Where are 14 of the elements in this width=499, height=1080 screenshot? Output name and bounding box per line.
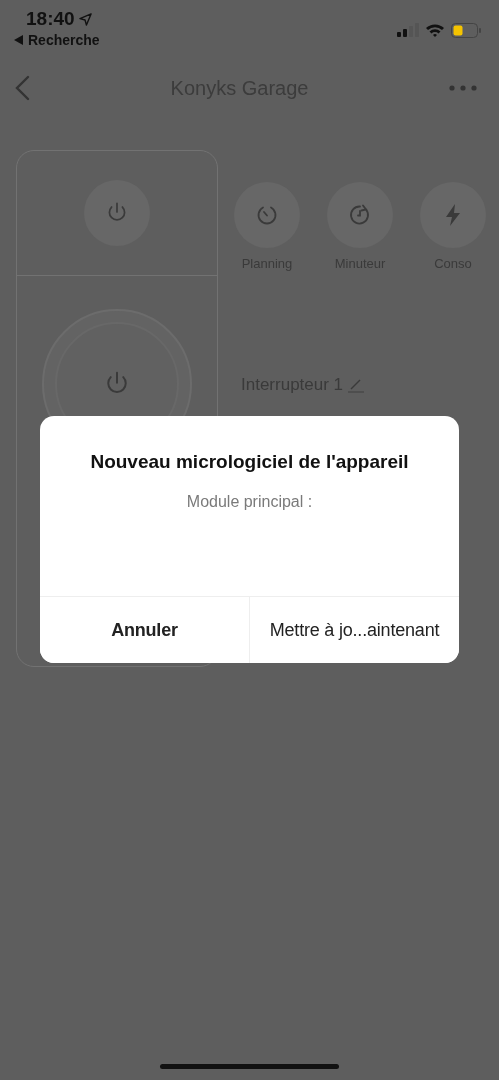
signal-icon	[397, 23, 419, 37]
back-triangle-icon[interactable]	[14, 35, 23, 45]
wifi-icon	[425, 23, 445, 37]
lightning-icon	[443, 203, 463, 227]
location-arrow-icon	[78, 12, 92, 26]
timer-icon	[348, 203, 372, 227]
status-time: 18:40	[26, 8, 75, 30]
update-button[interactable]: Mettre à jo...aintenant	[249, 597, 459, 663]
dialog-message: Module principal :	[185, 492, 314, 511]
dialog-title: Nouveau micrologiciel de l'appareil	[89, 450, 410, 473]
more-icon[interactable]	[449, 85, 477, 91]
edit-pencil-icon[interactable]	[347, 377, 366, 393]
battery-icon	[451, 22, 481, 38]
back-chevron-icon[interactable]	[14, 75, 30, 101]
